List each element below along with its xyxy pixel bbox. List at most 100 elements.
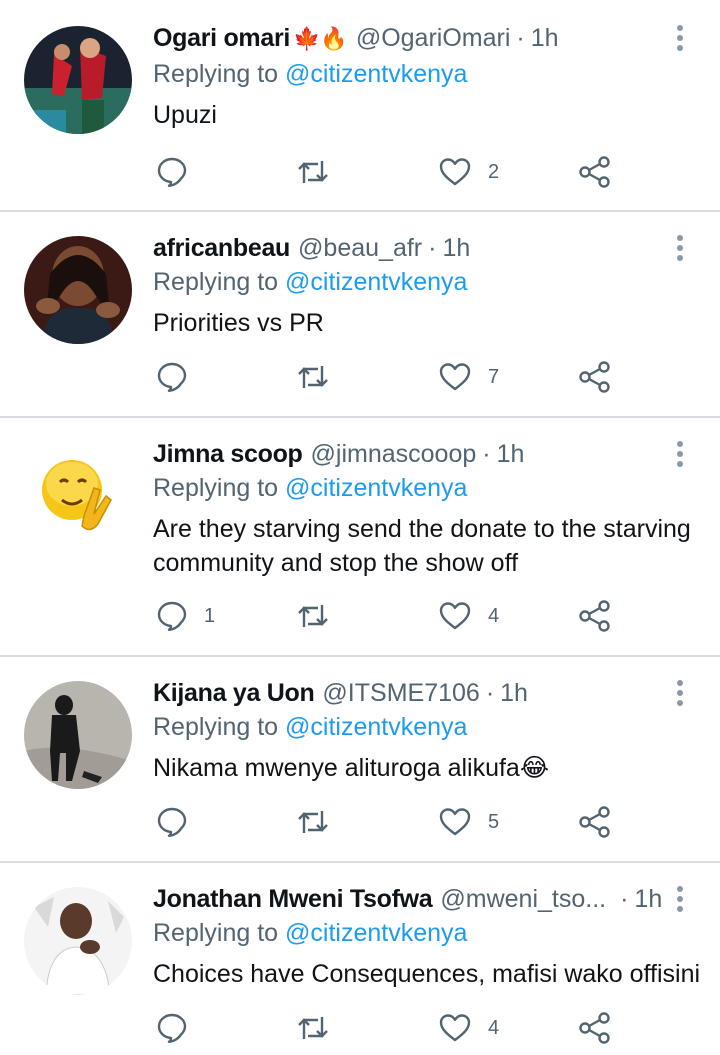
reply-button[interactable] (156, 360, 204, 394)
display-name[interactable]: africanbeau (153, 234, 290, 263)
retweet-icon (298, 605, 328, 627)
replying-to: Replying to @citizentvkenya (153, 60, 467, 89)
replying-to-link[interactable]: @citizentvkenya (285, 713, 467, 741)
heart-icon (439, 808, 471, 836)
display-name[interactable]: Jonathan Mweni Tsofwa (153, 885, 433, 914)
tweet-header: Jonathan Mweni Tsofwa @mweni_tso... · 1h (153, 885, 662, 919)
tweet[interactable]: Jimna scoop @jimnascooop · 1h Replying t… (0, 418, 720, 656)
replying-prefix: Replying to (153, 713, 279, 741)
reply-button[interactable] (156, 155, 204, 189)
retweet-button[interactable] (296, 805, 346, 839)
retweet-button[interactable] (296, 599, 346, 633)
share-button[interactable] (578, 155, 612, 189)
display-name[interactable]: Ogari omari (153, 24, 290, 53)
reply-button[interactable] (156, 1011, 204, 1045)
more-vertical-icon[interactable] (670, 234, 690, 264)
tweet-header: Ogari omari 🍁🔥 @OgariOmari · 1h (153, 24, 559, 58)
reply-icon (157, 157, 187, 187)
heart-icon (439, 1014, 471, 1042)
reply-button[interactable] (156, 805, 204, 839)
tweet-text: Priorities vs PR (153, 309, 324, 337)
share-icon (579, 1012, 610, 1044)
retweet-button[interactable] (296, 1011, 346, 1045)
tweet[interactable]: Ogari omari 🍁🔥 @OgariOmari · 1h Replying… (0, 0, 720, 211)
retweet-icon (298, 1017, 328, 1039)
like-button[interactable]: 5 (438, 805, 499, 839)
replying-prefix: Replying to (153, 474, 279, 502)
user-handle[interactable]: @OgariOmari (356, 24, 511, 53)
user-handle[interactable]: @jimnascooop (311, 440, 477, 469)
like-count: 4 (488, 1016, 500, 1039)
heart-icon (439, 363, 471, 391)
tweet-text: Upuzi (153, 101, 217, 129)
retweet-icon (298, 366, 328, 388)
like-button[interactable]: 4 (438, 599, 499, 633)
user-handle[interactable]: @ITSME7106 (322, 679, 479, 708)
share-button[interactable] (578, 1011, 612, 1045)
reply-button[interactable]: 1 (156, 599, 215, 633)
tweet[interactable]: africanbeau @beau_afr · 1h Replying to @… (0, 212, 720, 417)
avatar[interactable] (24, 236, 132, 344)
replying-to: Replying to @citizentvkenya (153, 474, 467, 503)
display-name[interactable]: Jimna scoop (153, 440, 303, 469)
avatar[interactable] (24, 444, 132, 552)
user-handle[interactable]: @mweni_tso... (440, 885, 606, 914)
tweet-text: Choices have Consequences, mafisi wako o… (153, 960, 701, 988)
separator-dot: · (516, 24, 525, 52)
replying-to-link[interactable]: @citizentvkenya (285, 268, 467, 296)
action-bar: 7 (156, 360, 636, 394)
replying-to-link[interactable]: @citizentvkenya (285, 474, 467, 502)
replying-to-link[interactable]: @citizentvkenya (285, 60, 467, 88)
separator-dot: · (485, 679, 495, 707)
retweet-button[interactable] (296, 155, 346, 189)
replying-to: Replying to @citizentvkenya (153, 713, 467, 742)
timestamp[interactable]: 1h (531, 24, 559, 53)
replying-to: Replying to @citizentvkenya (153, 919, 467, 948)
avatar[interactable] (24, 887, 132, 995)
retweet-icon (298, 811, 328, 833)
more-vertical-icon[interactable] (670, 24, 690, 54)
timestamp[interactable]: 1h (442, 234, 470, 263)
replying-prefix: Replying to (153, 919, 279, 947)
avatar[interactable] (24, 681, 132, 789)
heart-icon (439, 602, 471, 630)
display-name[interactable]: Kijana ya Uon (153, 679, 315, 708)
share-icon (579, 361, 610, 393)
replying-to: Replying to @citizentvkenya (153, 268, 467, 297)
heart-icon (439, 158, 471, 186)
reply-count: 1 (204, 604, 216, 627)
more-vertical-icon[interactable] (670, 440, 690, 470)
replying-prefix: Replying to (153, 60, 279, 88)
like-button[interactable]: 4 (438, 1011, 499, 1045)
separator-dot: · (428, 234, 437, 262)
reply-icon (157, 807, 187, 837)
tweet-text: Are they starving send the donate to the… (153, 515, 691, 577)
share-button[interactable] (578, 599, 612, 633)
more-vertical-icon[interactable] (670, 679, 690, 709)
more-vertical-icon[interactable] (670, 885, 690, 915)
tweet[interactable]: Jonathan Mweni Tsofwa @mweni_tso... · 1h… (0, 863, 720, 1055)
like-count: 4 (488, 604, 500, 627)
replying-to-link[interactable]: @citizentvkenya (285, 919, 467, 947)
timestamp[interactable]: 1h (497, 440, 525, 469)
user-handle[interactable]: @beau_afr (298, 234, 422, 263)
like-button[interactable]: 2 (438, 155, 499, 189)
like-button[interactable]: 7 (438, 360, 499, 394)
like-count: 2 (488, 160, 500, 183)
tweet-header: Jimna scoop @jimnascooop · 1h (153, 440, 524, 474)
reply-icon (157, 362, 187, 392)
timestamp[interactable]: 1h (500, 679, 528, 708)
separator-dot: · (482, 440, 491, 468)
share-button[interactable] (578, 805, 612, 839)
tweet-header: africanbeau @beau_afr · 1h (153, 234, 470, 268)
tweet[interactable]: Kijana ya Uon @ITSME7106 · 1h Replying t… (0, 657, 720, 862)
reply-icon (157, 601, 187, 631)
action-bar: 1 4 (156, 599, 636, 633)
timestamp[interactable]: 1h (634, 885, 662, 914)
like-count: 7 (488, 365, 500, 388)
retweet-button[interactable] (296, 360, 346, 394)
share-button[interactable] (578, 360, 612, 394)
replying-prefix: Replying to (153, 268, 279, 296)
action-bar: 5 (156, 805, 636, 839)
avatar[interactable] (24, 26, 132, 134)
